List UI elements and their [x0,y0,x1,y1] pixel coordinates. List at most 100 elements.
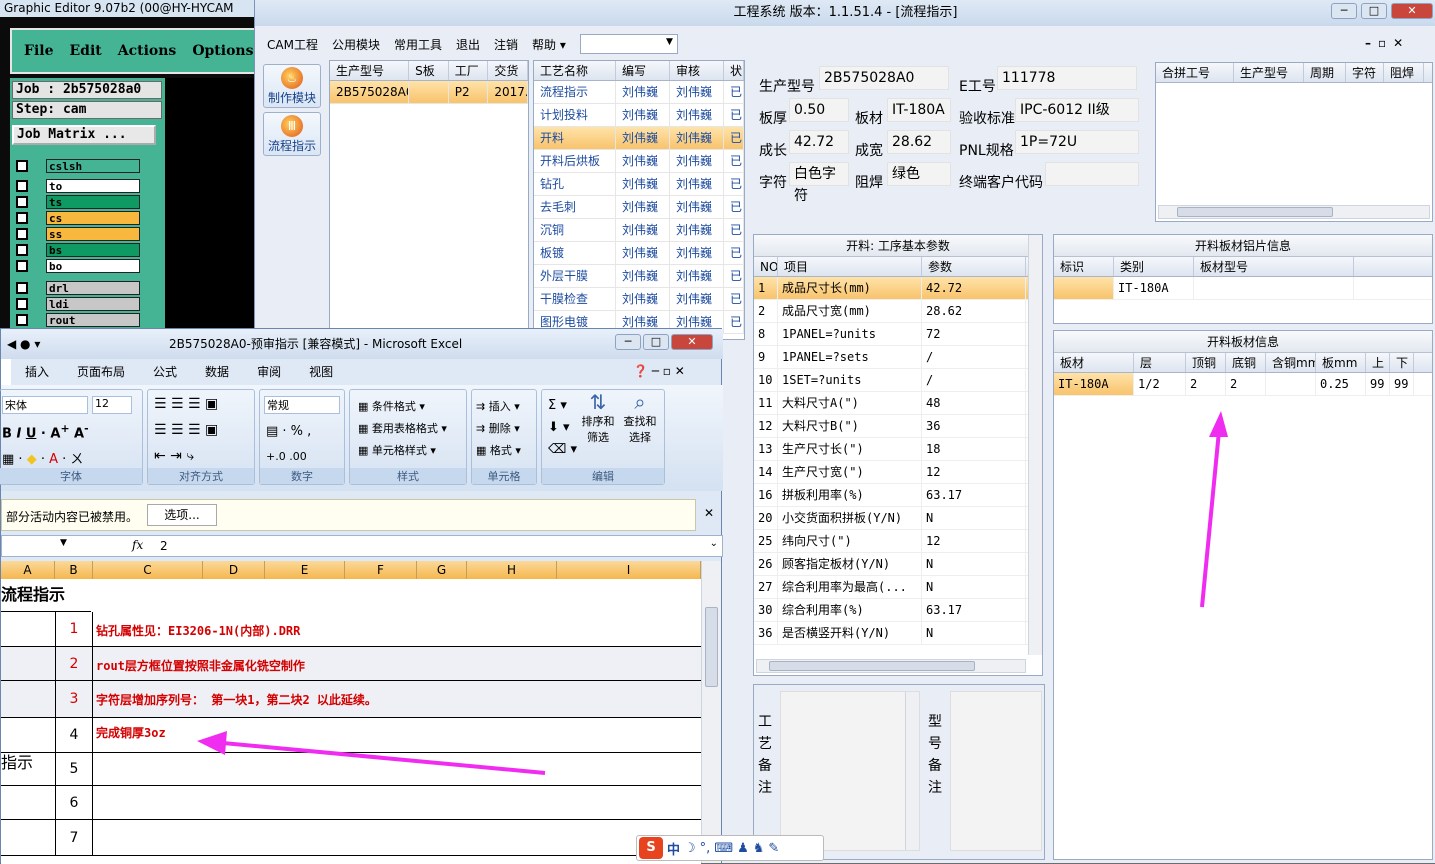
process-grid-column-header[interactable]: 工艺名称 [534,61,616,80]
sogou-icon[interactable]: S [639,837,663,859]
options-button[interactable]: 选项... [147,504,217,526]
process-remark-field[interactable] [780,691,920,851]
layer-row[interactable]: bo [16,258,140,273]
punctuation-icon[interactable]: °, [700,841,711,856]
column-header-b[interactable]: B [55,561,93,579]
table-row[interactable]: 9 1PANEL=?sets / [754,346,1042,369]
find-select-button[interactable]: ⌕ 查找和选择 [620,392,660,446]
insert-cells-button[interactable]: ⇉ 插入 ▾ [476,398,520,414]
column-header-d[interactable]: D [203,561,265,579]
percent-icon[interactable]: ▤ · % , [266,424,311,439]
menu-options[interactable]: Options [192,43,253,59]
process-grid-column-header[interactable]: 审核 [670,61,724,80]
delete-cells-button[interactable]: ⇉ 删除 ▾ [476,420,520,436]
menu-edit[interactable]: Edit [69,43,101,59]
material-column-header[interactable]: 含铜mm [1266,353,1316,372]
field-model[interactable]: 2B575028A0 [819,66,949,90]
conditional-format-button[interactable]: ▦ 条件格式 ▾ [358,398,425,414]
table-row[interactable]: 8 1PANEL=?units 72 [754,323,1042,346]
table-row[interactable]: 沉铜 刘伟巍 刘伟巍已 [534,219,744,242]
layer-row[interactable]: ss [16,226,140,241]
horizontal-scrollbar[interactable] [756,659,1026,673]
help-icon[interactable]: ❓ ─ ▫ ✕ [633,364,685,378]
layer-checkbox[interactable] [16,243,28,256]
table-row[interactable]: 外层干膜 刘伟巍 刘伟巍已 [534,265,744,288]
excel-quick-access[interactable]: ◀ ● ▾ [7,329,40,359]
font-name-box[interactable]: 宋体 [2,396,88,414]
formula-input[interactable]: 2 [160,539,168,553]
table-row[interactable]: 27 综合利用率为最高(... N [754,576,1042,599]
table-row[interactable]: 去毛刺 刘伟巍 刘伟巍已 [534,196,744,219]
job-grid-column-header[interactable]: 交货 [488,61,528,80]
column-header-h[interactable]: H [467,561,557,579]
excel-maximize-button[interactable]: □ [643,334,669,350]
process-grid-column-header[interactable]: 状 [724,61,744,80]
format-cells-button[interactable]: ▦ 格式 ▾ [476,442,521,458]
layer-checkbox[interactable] [16,281,28,294]
table-row[interactable]: 流程指示 刘伟巍 刘伟巍已 [534,81,744,104]
merge-grid-column-header[interactable]: 周期 [1304,63,1346,82]
column-header-c[interactable]: C [93,561,203,579]
indent-icon[interactable]: ⇤ ⇥ ⤷ [154,448,194,464]
job-grid-column-header[interactable]: 生产型号 [330,61,410,80]
user-icon[interactable]: ♟ [737,841,749,856]
fill-icon[interactable]: ⬇ ▾ [548,420,570,435]
sort-filter-button[interactable]: ⇅ 排序和筛选 [578,392,618,446]
table-row[interactable]: 开料后烘板 刘伟巍 刘伟巍已 [534,150,744,173]
column-header-g[interactable]: G [417,561,467,579]
menu-public[interactable]: 公用模块 [332,36,380,53]
table-row[interactable]: 25 纬向尺寸(") 12 [754,530,1042,553]
shirt-icon[interactable]: ♞ [753,841,765,856]
decimal-icon[interactable]: +.0 .00 [266,450,307,463]
layer-row[interactable]: ldi [16,296,140,311]
wrench-icon[interactable]: ✎ [768,841,779,856]
table-row[interactable]: 14 生产尺寸宽(") 12 [754,461,1042,484]
param-column-header[interactable]: 参数 [922,257,1026,276]
menu-tools[interactable]: 常用工具 [394,36,442,53]
column-header-a[interactable]: A [1,561,55,579]
excel-minimize-button[interactable]: ─ [615,334,641,350]
layer-row[interactable]: bs [16,242,140,257]
table-row[interactable]: 26 顾客指定板材(Y/N) N [754,553,1042,576]
close-icon[interactable]: ✕ [704,506,714,520]
field-wid[interactable]: 28.62 [887,130,951,154]
bold-icon[interactable]: B I U · A+ A- [2,422,89,441]
model-remark-field[interactable] [950,691,1042,851]
table-row[interactable]: 30 综合利用率(%) 63.17 [754,599,1042,622]
worksheet-grid[interactable]: 流程指示 1 钻孔属性见：EI3206-1N(内部).DRR 2 rout层方框位置按… [1,579,701,864]
align-left-icon[interactable]: ☰ ☰ ☰ ▣ [154,422,218,438]
sheet-row[interactable]: 2 rout层方框位置按照非金属化铣空制作 [1,647,701,681]
table-row[interactable]: 2 成品尺寸宽(mm) 28.62 [754,300,1042,323]
aluminium-column-header[interactable]: 板材型号 [1194,257,1354,276]
field-thick[interactable]: 0.50 [789,98,849,122]
sheet-row[interactable]: 6 [1,786,701,820]
tab-view[interactable]: 视图 [295,359,347,385]
menu-file[interactable]: File [24,43,53,59]
menu-actions[interactable]: Actions [118,43,177,59]
number-format-box[interactable]: 常规 [264,396,340,414]
column-header-i[interactable]: I [557,561,701,579]
excel-close-button[interactable]: ✕ [671,334,713,350]
aluminium-column-header[interactable]: 类别 [1114,257,1194,276]
menu-logout[interactable]: 注销 [494,36,518,53]
cam-combo-box[interactable]: ▼ [579,34,678,54]
process-grid-column-header[interactable]: 编写 [616,61,670,80]
expand-formula-icon[interactable]: ⌄ [710,538,718,549]
field-cust[interactable] [1045,162,1139,186]
merge-grid-column-header[interactable]: 字符 [1346,63,1384,82]
field-mat[interactable]: IT-180A [887,98,951,122]
field-e[interactable]: 111778 [997,66,1137,90]
layer-row[interactable]: cslsh [16,158,140,173]
font-size-box[interactable]: 12 [92,396,132,414]
close-button[interactable]: ✕ [1391,3,1433,19]
sum-icon[interactable]: Σ ▾ [548,398,567,413]
material-column-header[interactable]: 顶铜 [1186,353,1226,372]
layer-checkbox[interactable] [16,313,28,326]
table-row[interactable]: 计划投料 刘伟巍 刘伟巍已 [534,104,744,127]
table-row[interactable]: 干膜检查 刘伟巍 刘伟巍已 [534,288,744,311]
table-format-button[interactable]: ▦ 套用表格格式 ▾ [358,420,447,436]
table-row[interactable]: 13 生产尺寸长(") 18 [754,438,1042,461]
column-header-f[interactable]: F [345,561,417,579]
table-row[interactable]: 板镀 刘伟巍 刘伟巍已 [534,242,744,265]
layer-checkbox[interactable] [16,195,28,208]
